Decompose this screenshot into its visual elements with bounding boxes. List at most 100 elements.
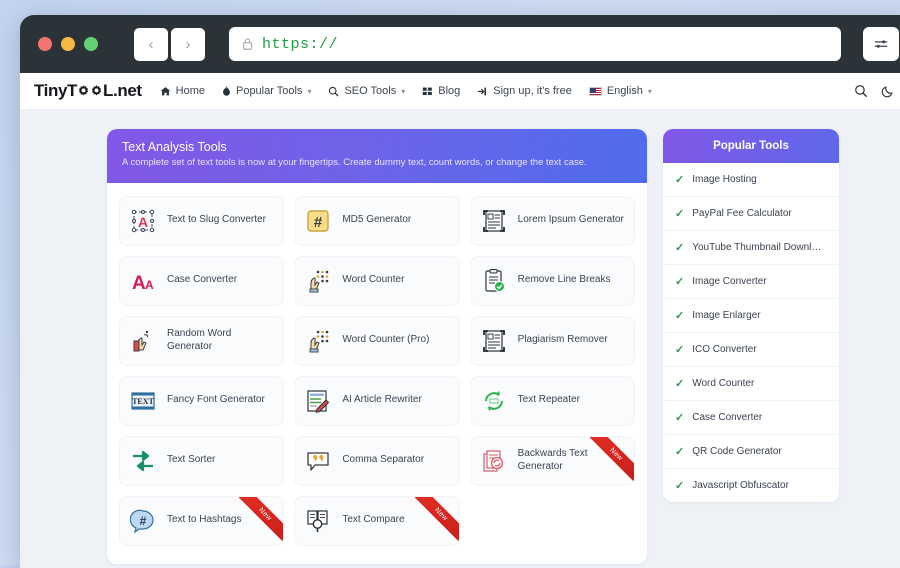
sidebar-item-image-converter[interactable]: ✓ Image Converter <box>663 265 839 299</box>
sidebar-item-image-hosting[interactable]: ✓ Image Hosting <box>663 163 839 197</box>
maximize-window-button[interactable] <box>84 37 98 51</box>
tool-card-remove-line-breaks[interactable]: Remove Line Breaks <box>469 255 635 306</box>
tool-card-text-sorter[interactable]: Text Sorter <box>119 435 285 486</box>
search-button[interactable] <box>854 84 868 98</box>
tool-label: AI Article Rewriter <box>342 394 422 406</box>
tool-card-random-word-generator[interactable]: Random Word Generator <box>119 315 285 366</box>
new-badge-label: New <box>406 496 459 545</box>
hashtag-bubble-icon: # <box>129 507 157 535</box>
tool-label: MD5 Generator <box>342 214 412 226</box>
random-word-icon <box>129 327 157 355</box>
tool-label: Text Repeater <box>517 394 580 406</box>
text-analysis-tools-panel: Text Analysis Tools A complete set of te… <box>107 129 647 564</box>
search-icon <box>329 86 339 97</box>
tool-label: Fancy Font Generator <box>167 394 265 406</box>
search-icon <box>855 85 868 98</box>
sidebar-item-paypal-fee-calculator[interactable]: ✓ PayPal Fee Calculator <box>663 197 839 231</box>
tool-card-word-counter[interactable]: Word Counter <box>294 255 460 306</box>
browser-titlebar: ‹ › https:// <box>20 15 900 73</box>
tool-card-text-to-slug-converter[interactable]: A Text to Slug Converter <box>119 195 285 246</box>
document-a-icon <box>480 207 508 235</box>
page-title: Text Analysis Tools <box>122 140 227 154</box>
nav-item-label: Blog <box>438 85 461 97</box>
tool-card-word-counter-pro[interactable]: Word Counter (Pro) <box>294 315 460 366</box>
sidebar-item-ico-converter[interactable]: ✓ ICO Converter <box>663 333 839 367</box>
panel-header: Text Analysis Tools A complete set of te… <box>107 129 647 183</box>
nav-item-seo-tools[interactable]: SEO Tools ▾ <box>328 85 405 97</box>
tool-label: Word Counter <box>342 274 405 286</box>
sidebar-item-label: PayPal Fee Calculator <box>692 208 792 219</box>
hand-dots-icon <box>304 327 332 355</box>
nav-item-home[interactable]: Home <box>160 85 205 97</box>
svg-text:TEXT: TEXT <box>132 397 154 406</box>
sidebar-item-qr-code-generator[interactable]: ✓ QR Code Generator <box>663 435 839 469</box>
nav-item-language[interactable]: English ▾ <box>588 85 652 97</box>
navbar-actions <box>854 84 895 98</box>
nav-item-label: SEO Tools <box>344 85 397 97</box>
tool-card-fancy-font-generator[interactable]: TEXT Fancy Font Generator <box>119 375 285 426</box>
sidebar-item-label: ICO Converter <box>692 344 757 355</box>
sidebar-item-label: Image Converter <box>692 276 767 287</box>
back-button[interactable]: ‹ <box>134 27 168 61</box>
nav-item-blog[interactable]: Blog <box>422 85 460 97</box>
tool-card-text-repeater[interactable]: Text Repeater <box>469 375 635 426</box>
tool-label: Lorem Ipsum Generator <box>517 214 624 226</box>
svg-text:A: A <box>132 273 146 294</box>
nav-item-signup[interactable]: Sign up, it's free <box>477 85 572 97</box>
svg-text:#: # <box>314 214 323 231</box>
dark-mode-toggle[interactable] <box>881 84 895 98</box>
svg-text:#: # <box>140 514 147 528</box>
tool-card-comma-separator[interactable]: Comma Separator <box>294 435 460 486</box>
tools-grid: A Text to Slug Converter # MD5 Generator… <box>107 183 647 564</box>
sidebar-item-image-enlarger[interactable]: ✓ Image Enlarger <box>663 299 839 333</box>
browser-menu-button[interactable] <box>863 27 899 61</box>
repeat-circle-icon <box>480 387 508 415</box>
fancy-text-icon: TEXT <box>129 387 157 415</box>
sidebar-item-word-counter[interactable]: ✓ Word Counter <box>663 367 839 401</box>
page-subtitle: A complete set of text tools is now at y… <box>122 157 587 168</box>
sidebar-item-label: Case Converter <box>692 412 763 423</box>
address-bar[interactable]: https:// <box>229 27 841 61</box>
tool-card-backwards-text-generator[interactable]: Backwards Text Generator New <box>469 435 635 486</box>
minimize-window-button[interactable] <box>61 37 75 51</box>
nav-item-label: Sign up, it's free <box>493 85 572 97</box>
sidebar-item-label: Image Hosting <box>692 174 757 185</box>
tool-label: Plagiarism Remover <box>517 334 608 346</box>
nav-links: Home Popular Tools ▾ SEO Tools ▾ Blog Si… <box>160 85 652 97</box>
browser-nav-buttons: ‹ › <box>134 27 205 61</box>
sidebar-item-javascript-obfuscator[interactable]: ✓ Javascript Obfuscator <box>663 469 839 502</box>
clipboard-check-icon <box>480 267 508 295</box>
comma-bubble-icon <box>304 447 332 475</box>
check-icon: ✓ <box>675 446 685 458</box>
url-text: https:// <box>262 35 339 53</box>
site-logo[interactable]: TinyT L.net <box>34 81 142 101</box>
tool-card-lorem-ipsum-generator[interactable]: Lorem Ipsum Generator <box>469 195 635 246</box>
fire-icon <box>223 85 230 96</box>
new-badge: New <box>401 496 459 545</box>
nav-item-popular-tools[interactable]: Popular Tools ▾ <box>222 85 311 97</box>
case-aa-icon: A A <box>129 267 157 295</box>
browser-window: ‹ › https:// TinyT L.net Home Popular To… <box>20 15 900 568</box>
check-icon: ✓ <box>675 242 685 254</box>
page-body: TinyT L.net Home Popular Tools ▾ SEO Too… <box>20 73 900 568</box>
sidebar-item-youtube-thumbnail-downloader[interactable]: ✓ YouTube Thumbnail Downl… <box>663 231 839 265</box>
tool-card-md5-generator[interactable]: # MD5 Generator <box>294 195 460 246</box>
check-icon: ✓ <box>675 310 685 322</box>
hand-dots-icon <box>304 267 332 295</box>
tool-card-case-converter[interactable]: A A Case Converter <box>119 255 285 306</box>
compare-magnify-icon <box>304 507 332 535</box>
tool-card-plagiarism-remover[interactable]: Plagiarism Remover <box>469 315 635 366</box>
tool-card-text-compare[interactable]: Text Compare New <box>294 495 460 546</box>
moon-icon <box>881 86 893 98</box>
tool-label: Text to Hashtags <box>167 514 242 526</box>
sidebar-item-label: QR Code Generator <box>692 446 782 457</box>
sidebar-item-case-converter[interactable]: ✓ Case Converter <box>663 401 839 435</box>
lock-icon <box>242 38 253 50</box>
tool-label: Word Counter (Pro) <box>342 334 430 346</box>
tool-card-text-to-hashtags[interactable]: # Text to Hashtags New <box>119 495 285 546</box>
grid-icon <box>423 87 433 95</box>
tool-card-ai-article-rewriter[interactable]: AI Article Rewriter <box>294 375 460 426</box>
forward-button[interactable]: › <box>171 27 205 61</box>
home-icon <box>160 86 170 95</box>
close-window-button[interactable] <box>38 37 52 51</box>
